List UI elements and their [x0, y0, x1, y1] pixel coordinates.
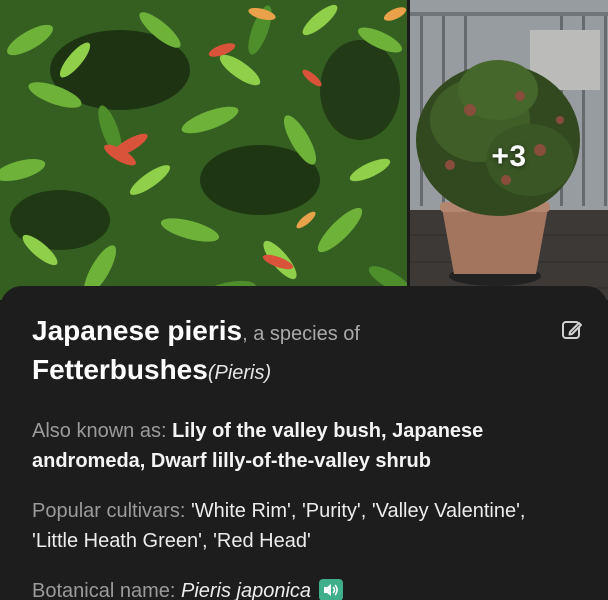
speaker-icon[interactable] [319, 579, 344, 600]
also-known-as-label: Also known as: [32, 420, 173, 442]
genus-latin-name: (Pieris) [207, 362, 272, 384]
also-known-as-row: Also known as: Lily of the valley bush, … [32, 416, 576, 476]
species-of-text: , a species of [242, 323, 360, 345]
plant-info-card: Japanese pieris, a species of Fetterbush… [0, 286, 608, 600]
plant-detail-screen: +3 Japanese pieris, a species of Fetterb… [0, 0, 608, 600]
more-photos-count[interactable]: +3 [468, 140, 550, 174]
shrub-foliage-image [0, 0, 407, 300]
common-name: Japanese pieris [32, 315, 243, 346]
main-plant-photo[interactable] [0, 0, 407, 300]
popular-cultivars-label: Popular cultivars: [32, 500, 191, 522]
botanical-name-value: Pieris japonica [180, 580, 312, 600]
photo-gallery: +3 [0, 0, 608, 300]
botanical-name-label: Botanical name: [32, 580, 181, 600]
plant-title: Japanese pieris, a species of [32, 314, 576, 353]
genus-line: Fetterbushes(Pieris) [32, 353, 576, 392]
popular-cultivars-row: Popular cultivars: 'White Rim', 'Purity'… [32, 496, 576, 556]
edit-icon[interactable] [560, 318, 584, 342]
genus-name[interactable]: Fetterbushes [32, 354, 208, 385]
botanical-name-row: Botanical name: Pieris japonica [32, 576, 576, 600]
